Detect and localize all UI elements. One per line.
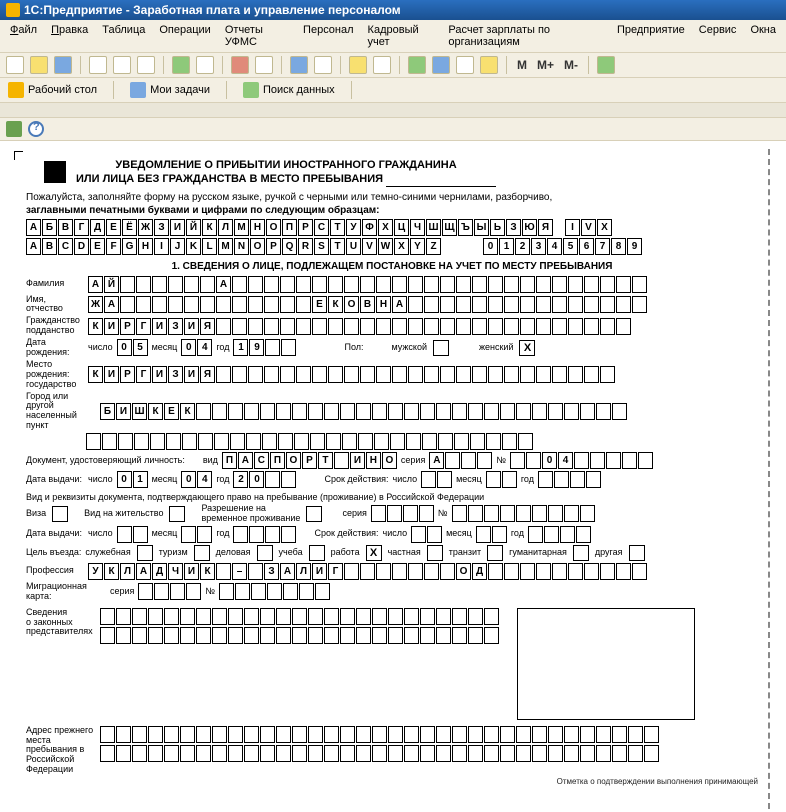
calendar-icon[interactable] (432, 56, 450, 74)
replace-icon[interactable] (314, 56, 332, 74)
zoom-in-icon[interactable] (349, 56, 367, 74)
chk-biz[interactable] (257, 545, 273, 561)
stamp-box (517, 608, 695, 720)
undo-icon[interactable] (231, 56, 249, 74)
settings-icon[interactable] (597, 56, 615, 74)
row-city2 (86, 433, 758, 450)
marker-box-icon (44, 161, 66, 183)
tool-icon[interactable] (456, 56, 474, 74)
preview-icon[interactable] (196, 56, 214, 74)
copy-icon[interactable] (113, 56, 131, 74)
menu-ufms[interactable]: Отчеты УФМС (219, 22, 295, 50)
cut-icon[interactable] (89, 56, 107, 74)
instructions: Пожалуйста, заполняйте форму на русском … (26, 191, 758, 217)
checkbox-residence[interactable] (169, 506, 185, 522)
row-iddoc: Документ, удостоверяющий личность: вид П… (26, 452, 758, 469)
mail-icon[interactable] (6, 121, 22, 137)
tasks-icon (130, 82, 146, 98)
chk-trans[interactable] (487, 545, 503, 561)
row-issuedate: Дата выдачи: число01 месяц04 год20 Срок … (26, 471, 758, 488)
zoom-out-icon[interactable] (373, 56, 391, 74)
checkbox-visa[interactable] (52, 506, 68, 522)
tasks-button[interactable]: Мои задачи (130, 82, 210, 98)
row-birthplace: Место рождения: государство КИРГИЗИЯ (26, 360, 758, 390)
menu-enterprise[interactable]: Предприятие (611, 22, 691, 50)
row-birthdate: Дата рождения: число 05 месяц 04 год 19 … (26, 338, 758, 358)
menu-windows[interactable]: Окна (744, 22, 782, 50)
search-icon (243, 82, 259, 98)
form-title: УВЕДОМЛЕНИЕ О ПРИБЫТИИ ИНОСТРАННОГО ГРАЖ… (76, 159, 496, 187)
menu-personnel[interactable]: Персонал (297, 22, 360, 50)
menu-table[interactable]: Таблица (96, 22, 151, 50)
row-surname: Фамилия АЙА (26, 276, 758, 293)
form-page: УВЕДОМЛЕНИЕ О ПРИБЫТИИ ИНОСТРАННОГО ГРАЖ… (10, 149, 770, 809)
chk-service[interactable] (137, 545, 153, 561)
row-citizenship: Гражданство подданство КИРГИЗИЯ (26, 316, 758, 336)
nav-toolbar: Рабочий стол Мои задачи Поиск данных (0, 78, 786, 103)
menu-operations[interactable]: Операции (153, 22, 216, 50)
document-area: УВЕДОМЛЕНИЕ О ПРИБЫТИИ ИНОСТРАННОГО ГРАЖ… (0, 141, 786, 809)
row-residency: Виза Вид на жительство Разрешение на вре… (26, 504, 758, 524)
main-toolbar: M M+ M- (0, 53, 786, 78)
checkbox-female[interactable]: X (519, 340, 535, 356)
mem-mminus[interactable]: M- (562, 58, 580, 72)
app-logo-icon (6, 3, 20, 17)
row-profession: Профессия УКЛАДЧИК–ЗАЛИГОД (26, 563, 758, 580)
section1-title: 1. СВЕДЕНИЯ О ЛИЦЕ, ПОДЛЕЖАЩЕМ ПОСТАНОВК… (26, 261, 758, 272)
checkbox-male[interactable] (433, 340, 449, 356)
chk-other[interactable] (629, 545, 645, 561)
tab-bar (0, 103, 786, 118)
chk-priv[interactable] (427, 545, 443, 561)
tool2-icon[interactable] (480, 56, 498, 74)
row-repinfo: Сведения о законных представителях (26, 608, 758, 720)
menu-payroll[interactable]: Расчет зарплаты по организациям (442, 22, 609, 50)
sample-latin: ABCDEFGHIJKLMNOPQRSTUVWXYZ0123456789 (26, 238, 758, 255)
window-titlebar: 1С:Предприятие - Заработная плата и упра… (0, 0, 786, 20)
chk-study[interactable] (309, 545, 325, 561)
window-title: 1С:Предприятие - Заработная плата и упра… (24, 3, 401, 17)
help-icon[interactable] (28, 121, 44, 137)
mem-mplus[interactable]: M+ (535, 58, 556, 72)
open-icon[interactable] (30, 56, 48, 74)
menu-service[interactable]: Сервис (693, 22, 743, 50)
menu-file[interactable]: Файл (4, 22, 43, 50)
desktop-icon (8, 82, 24, 98)
status-toolbar (0, 118, 786, 141)
residency-doc-label: Вид и реквизиты документа, подтверждающе… (26, 492, 758, 502)
chk-hum[interactable] (573, 545, 589, 561)
main-menu: Файл Правка Таблица Операции Отчеты УФМС… (0, 20, 786, 53)
row-city: Город или другой населенный пункт БИШКЕК (26, 392, 758, 432)
row-purpose: Цель въезда: служебная туризм деловая уч… (26, 545, 758, 561)
row-resdates: Дата выдачи: число месяц год Срок действ… (26, 526, 758, 543)
checkbox-temp[interactable] (306, 506, 322, 522)
chk-work[interactable]: X (366, 545, 382, 561)
crop-mark-icon (14, 151, 23, 160)
redo-icon[interactable] (255, 56, 273, 74)
chk-tour[interactable] (194, 545, 210, 561)
save-icon[interactable] (54, 56, 72, 74)
row-name: Имя, отчество ЖАЕКОВНА (26, 295, 758, 315)
find-icon[interactable] (290, 56, 308, 74)
footnote: Отметка о подтверждении выполнения прини… (26, 777, 758, 786)
search-button[interactable]: Поиск данных (243, 82, 335, 98)
print-icon[interactable] (172, 56, 190, 74)
mem-m[interactable]: M (515, 58, 529, 72)
row-migcard: Миграционная карта: серия № (26, 582, 758, 602)
calc-icon[interactable] (408, 56, 426, 74)
sample-cyrillic: АБВГДЕЁЖЗИЙКЛМНОПРСТУФХЦЧШЩЪЫЬЗЮЯIVX (26, 219, 758, 236)
paste-icon[interactable] (137, 56, 155, 74)
menu-hr[interactable]: Кадровый учет (362, 22, 441, 50)
new-icon[interactable] (6, 56, 24, 74)
row-prevaddr: Адрес прежнего места пребывания в Россий… (26, 726, 758, 775)
desktop-button[interactable]: Рабочий стол (8, 82, 97, 98)
menu-edit[interactable]: Правка (45, 22, 94, 50)
